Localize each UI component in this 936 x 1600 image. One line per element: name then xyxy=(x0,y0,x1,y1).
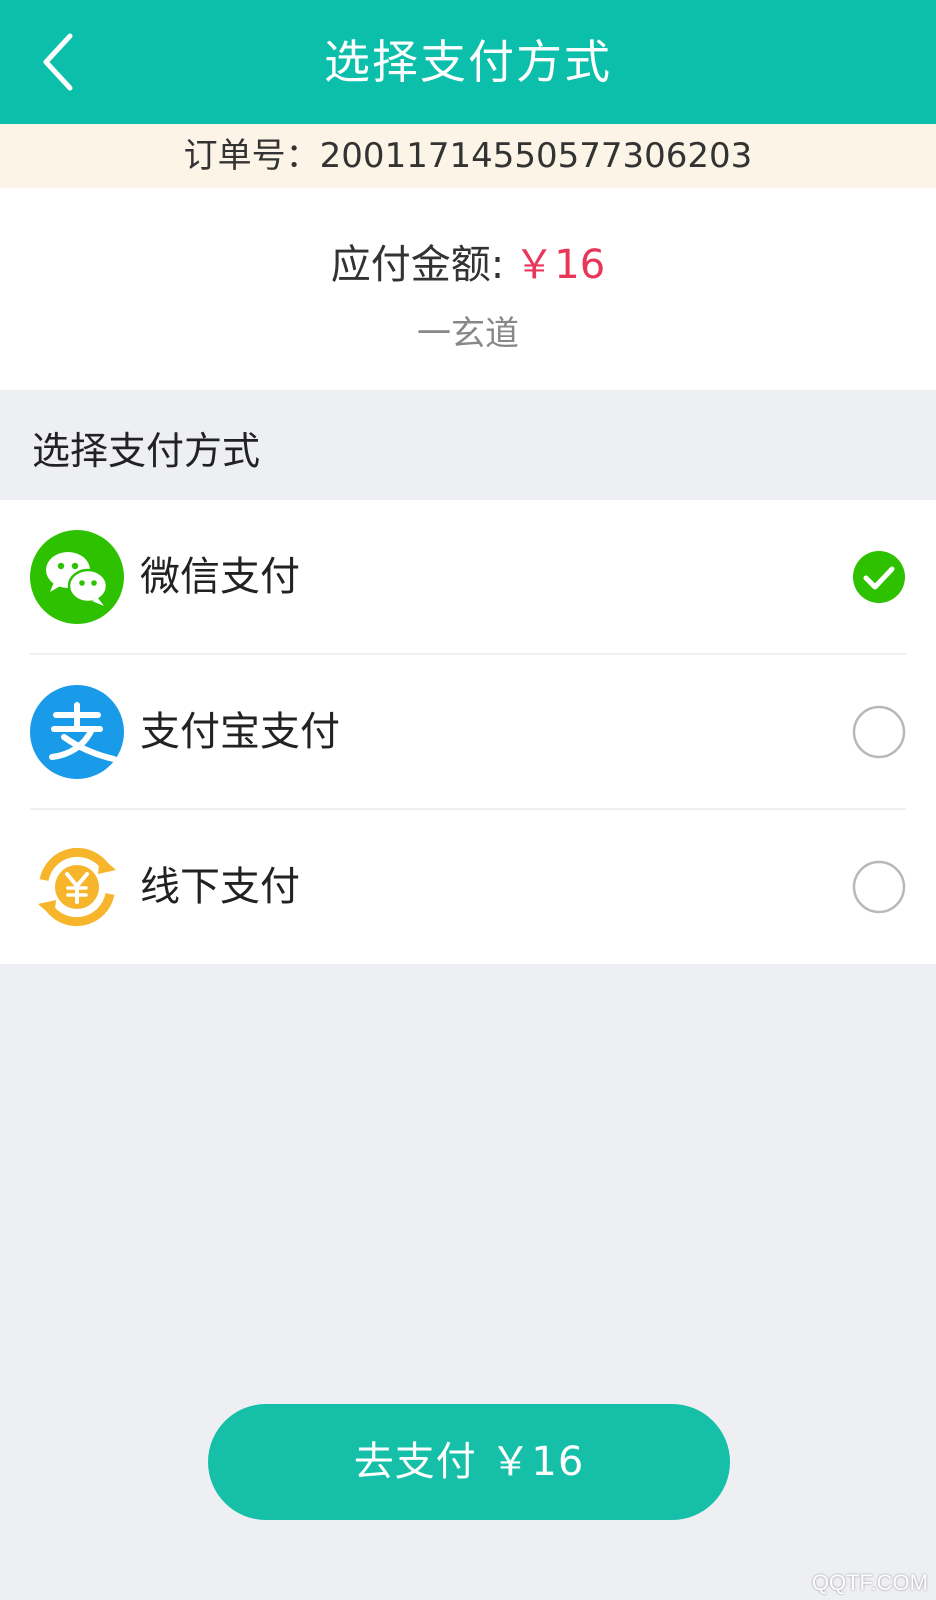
amount-panel: 应付金额: ￥16 一玄道 xyxy=(0,188,936,390)
method-label-offline: 线下支付 xyxy=(140,864,300,910)
amount-value: ￥16 xyxy=(514,242,606,288)
method-offline[interactable]: 线下支付 xyxy=(0,810,936,964)
radio-unchecked-icon[interactable] xyxy=(852,705,906,759)
method-alipay[interactable]: 支付宝支付 xyxy=(0,655,936,809)
top-bar: 选择支付方式 xyxy=(0,0,936,124)
payment-method-list: 微信支付 支付宝支付 线下支付 xyxy=(0,500,936,964)
order-number-bar: 订单号：20011714550577306203 xyxy=(0,124,936,188)
method-label-wechat: 微信支付 xyxy=(140,554,300,600)
order-number-value: 20011714550577306203 xyxy=(319,136,753,176)
amount-line: 应付金额: ￥16 xyxy=(0,232,936,290)
radio-unchecked-icon[interactable] xyxy=(852,860,906,914)
section-title: 选择支付方式 xyxy=(32,429,261,473)
page-title: 选择支付方式 xyxy=(324,35,612,89)
yuan-coin-icon xyxy=(30,840,124,934)
pay-button[interactable]: 去支付 ￥16 xyxy=(208,1404,730,1520)
wechat-icon xyxy=(30,530,124,624)
watermark: QQTF.COM xyxy=(811,1570,928,1595)
method-label-alipay: 支付宝支付 xyxy=(140,709,340,755)
method-wechat[interactable]: 微信支付 xyxy=(0,500,936,654)
order-number-label: 订单号： xyxy=(183,136,320,176)
amount-label: 应付金额: xyxy=(330,242,505,288)
alipay-icon xyxy=(30,685,124,779)
radio-checked-icon[interactable] xyxy=(852,550,906,604)
merchant-name: 一玄道 xyxy=(417,314,519,354)
